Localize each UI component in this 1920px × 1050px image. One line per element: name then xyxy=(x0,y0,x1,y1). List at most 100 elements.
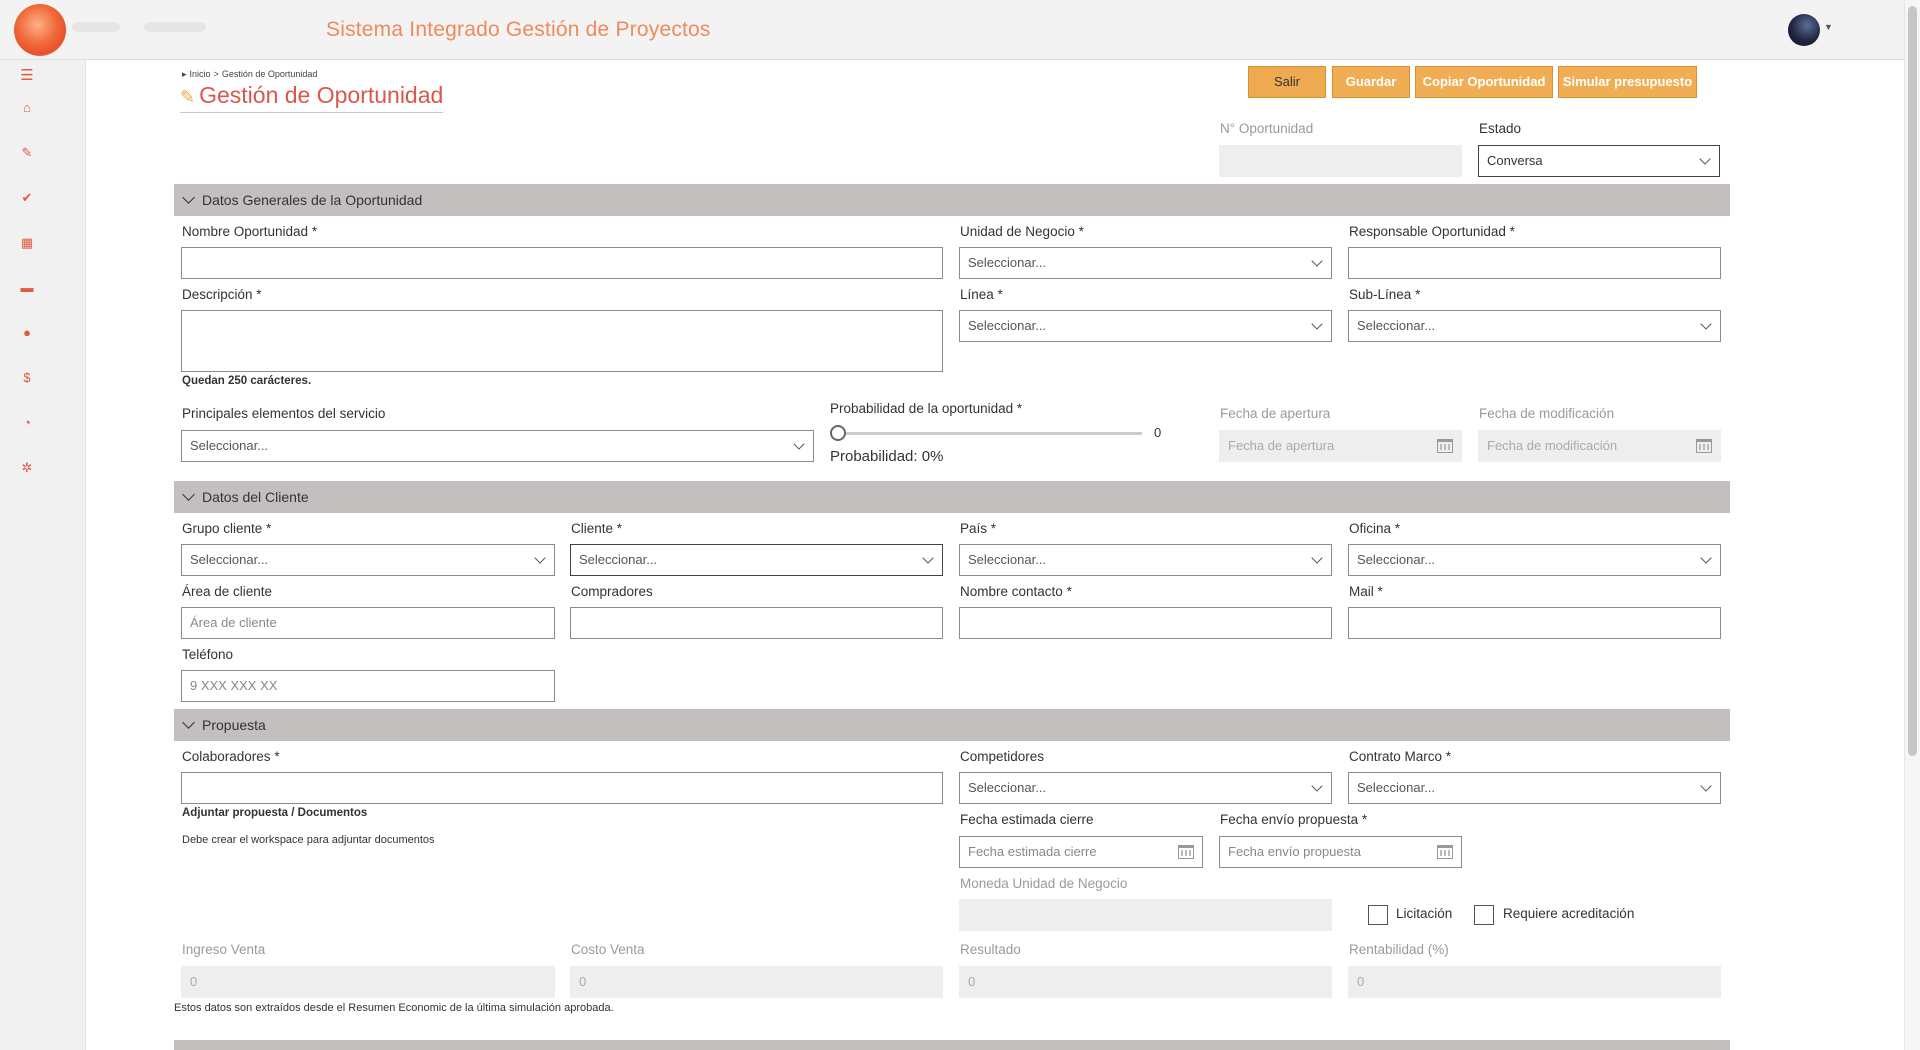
pin-icon[interactable]: ✎ xyxy=(18,145,36,161)
responsable-input[interactable] xyxy=(1348,247,1721,279)
fecha-apertura-label: Fecha de apertura xyxy=(1220,406,1331,421)
calendar-icon xyxy=(1696,439,1712,453)
fecha-cierre-label: Fecha estimada cierre xyxy=(960,812,1094,827)
pais-select[interactable]: Seleccionar... xyxy=(959,544,1332,576)
acreditacion-label: Requiere acreditación xyxy=(1503,906,1635,921)
breadcrumb-home[interactable]: Inicio xyxy=(190,69,211,79)
chevron-down-icon xyxy=(1311,552,1323,564)
chars-left-note: Quedan 250 carácteres. xyxy=(182,375,312,387)
telefono-input[interactable]: 9 XXX XXX XX xyxy=(181,670,555,702)
elementos-servicio-select[interactable]: Seleccionar... xyxy=(181,430,814,462)
probabilidad-slider-handle[interactable] xyxy=(830,425,846,441)
cliente-label: Cliente xyxy=(571,521,622,536)
chevron-down-icon xyxy=(1311,780,1323,792)
area-cliente-label: Área de cliente xyxy=(182,584,273,599)
scrollbar-thumb[interactable] xyxy=(1908,6,1917,756)
home-icon[interactable]: ⌂ xyxy=(18,100,36,116)
logo-text-faded xyxy=(72,22,120,32)
briefcase-icon[interactable]: ▬ xyxy=(18,280,36,296)
page-title: ✎ Gestión de Oportunidad xyxy=(180,82,444,113)
chevron-down-icon xyxy=(182,716,195,729)
nombre-contacto-input[interactable] xyxy=(959,607,1332,639)
calendar-icon[interactable]: ▦ xyxy=(18,235,36,251)
calendar-icon[interactable] xyxy=(1437,845,1453,859)
grupo-cliente-label: Grupo cliente xyxy=(182,521,271,536)
acreditacion-checkbox[interactable] xyxy=(1474,905,1494,925)
section-datos-cliente[interactable]: Datos del Cliente xyxy=(174,481,1730,513)
fecha-modificacion-label: Fecha de modificación xyxy=(1479,406,1615,421)
section-next-collapsed[interactable] xyxy=(174,1040,1730,1050)
simular-presupuesto-button[interactable]: Simular presupuesto xyxy=(1558,66,1697,98)
logo-text-faded xyxy=(144,22,206,32)
contrato-marco-select[interactable]: Seleccionar... xyxy=(1348,772,1721,804)
n-oportunidad-label: N° Oportunidad xyxy=(1220,121,1314,136)
company-logo[interactable] xyxy=(14,4,66,56)
chevron-down-icon xyxy=(1311,255,1323,267)
salir-button[interactable]: Salir xyxy=(1248,66,1326,98)
estado-select[interactable]: Conversa xyxy=(1478,145,1720,177)
resultado-field: 0 xyxy=(959,966,1332,998)
fecha-apertura-input: Fecha de apertura xyxy=(1219,430,1462,462)
probabilidad-label: Probabilidad de la oportunidad xyxy=(830,401,1022,416)
oficina-select[interactable]: Seleccionar... xyxy=(1348,544,1721,576)
mail-label: Mail xyxy=(1349,584,1383,599)
pin-icon: ✎ xyxy=(180,87,196,107)
probabilidad-slider-track[interactable] xyxy=(832,432,1142,435)
chevron-down-icon xyxy=(182,191,195,204)
competidores-select[interactable]: Seleccionar... xyxy=(959,772,1332,804)
dollar-icon[interactable]: $ xyxy=(18,370,36,386)
user-avatar[interactable] xyxy=(1788,14,1820,46)
contrato-marco-label: Contrato Marco xyxy=(1349,749,1451,764)
copiar-oportunidad-button[interactable]: Copiar Oportunidad xyxy=(1415,66,1553,98)
clock-icon[interactable]: ◔ xyxy=(18,415,36,431)
gear-icon[interactable]: ✲ xyxy=(18,460,36,476)
resumen-economico-note: Estos datos son extraídos desde el Resum… xyxy=(174,1002,614,1014)
nombre-oportunidad-label: Nombre Oportunidad xyxy=(182,224,317,239)
fecha-modificacion-input: Fecha de modificación xyxy=(1478,430,1721,462)
user-menu-caret-icon[interactable]: ▼ xyxy=(1824,22,1833,32)
unidad-negocio-label: Unidad de Negocio xyxy=(960,224,1084,239)
section-datos-generales[interactable]: Datos Generales de la Oportunidad xyxy=(174,184,1730,216)
colaboradores-input[interactable] xyxy=(181,772,943,804)
app-title: Sistema Integrado Gestión de Proyectos xyxy=(326,18,711,41)
compradores-input[interactable] xyxy=(570,607,943,639)
chevron-down-icon xyxy=(1699,153,1711,165)
licitacion-checkbox[interactable] xyxy=(1368,905,1388,925)
page-scrollbar[interactable] xyxy=(1904,0,1920,1050)
competidores-label: Competidores xyxy=(960,749,1045,764)
oficina-label: Oficina xyxy=(1349,521,1400,536)
chevron-down-icon xyxy=(922,552,934,564)
cliente-select[interactable]: Seleccionar... xyxy=(570,544,943,576)
fecha-envio-input[interactable]: Fecha envío propuesta xyxy=(1219,836,1462,868)
costo-venta-field: 0 xyxy=(570,966,943,998)
nombre-contacto-label: Nombre contacto xyxy=(960,584,1072,599)
workspace-note: Debe crear el workspace para adjuntar do… xyxy=(182,834,435,846)
grupo-cliente-select[interactable]: Seleccionar... xyxy=(181,544,555,576)
sublinea-select[interactable]: Seleccionar... xyxy=(1348,310,1721,342)
resultado-label: Resultado xyxy=(960,942,1021,957)
user-icon[interactable]: ● xyxy=(18,325,36,341)
linea-select[interactable]: Seleccionar... xyxy=(959,310,1332,342)
moneda-field xyxy=(959,899,1332,931)
rentabilidad-field: 0 xyxy=(1348,966,1721,998)
nombre-oportunidad-input[interactable] xyxy=(181,247,943,279)
unidad-negocio-select[interactable]: Seleccionar... xyxy=(959,247,1332,279)
breadcrumb: ▸ Inicio > Gestión de Oportunidad xyxy=(182,69,318,79)
guardar-button[interactable]: Guardar xyxy=(1332,66,1410,98)
chevron-down-icon xyxy=(1700,318,1712,330)
descripcion-textarea[interactable] xyxy=(181,310,943,372)
section-propuesta[interactable]: Propuesta xyxy=(174,709,1730,741)
chevron-down-icon xyxy=(1700,780,1712,792)
check-icon[interactable]: ✔ xyxy=(18,190,36,206)
colaboradores-label: Colaboradores xyxy=(182,749,280,764)
mail-input[interactable] xyxy=(1348,607,1721,639)
moneda-label: Moneda Unidad de Negocio xyxy=(960,876,1128,891)
area-cliente-input[interactable]: Área de cliente xyxy=(181,607,555,639)
calendar-icon[interactable] xyxy=(1178,845,1194,859)
fecha-cierre-input[interactable]: Fecha estimada cierre xyxy=(959,836,1203,868)
breadcrumb-current: Gestión de Oportunidad xyxy=(221,69,318,79)
menu-icon[interactable]: ☰ xyxy=(18,68,36,84)
sublinea-label: Sub-Línea xyxy=(1349,287,1420,302)
chevron-down-icon xyxy=(1700,552,1712,564)
n-oportunidad-field xyxy=(1219,145,1462,177)
